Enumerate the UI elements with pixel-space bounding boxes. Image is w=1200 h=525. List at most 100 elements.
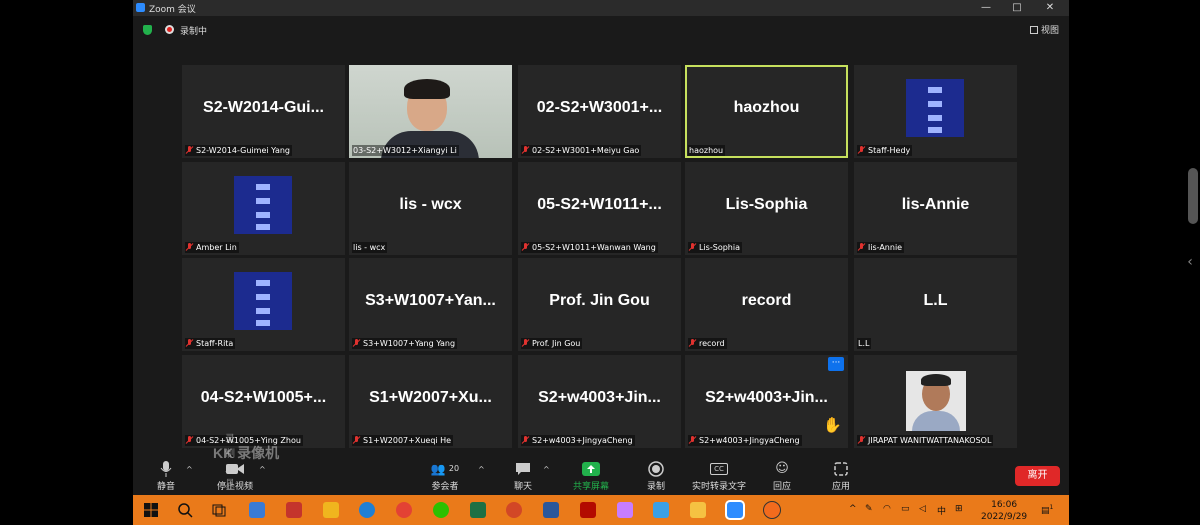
ime-mode-icon[interactable]: ⊞: [955, 504, 963, 514]
mic-muted-icon: [186, 146, 193, 154]
app-icon-2[interactable]: [286, 502, 302, 518]
participant-tile[interactable]: record record: [685, 258, 848, 351]
tray-expand-icon[interactable]: ^: [849, 504, 857, 514]
participant-tile[interactable]: Staff-Hedy: [854, 65, 1017, 158]
notification-icon[interactable]: ▤1: [1041, 504, 1053, 516]
battery-icon[interactable]: ▭: [901, 504, 910, 514]
mic-muted-icon: [858, 243, 865, 251]
acrobat-icon[interactable]: [580, 502, 596, 518]
mic-muted-icon: [522, 339, 529, 347]
ime-indicator[interactable]: 中: [937, 504, 946, 517]
participant-tile[interactable]: L.L L.L: [854, 258, 1017, 351]
record-button[interactable]: 录制: [641, 460, 671, 492]
participant-tile[interactable]: lis-Annie lis-Annie: [854, 162, 1017, 255]
participants-caret-icon[interactable]: ^: [478, 465, 485, 474]
participant-tile[interactable]: Staff-Rita: [182, 258, 345, 351]
participant-name-label: lis-Annie: [857, 242, 905, 253]
participants-count: 20: [448, 464, 460, 473]
app-icon-3[interactable]: [323, 502, 339, 518]
participant-name-label: S2-W2014-Guimei Yang: [185, 145, 292, 156]
video-options-caret-icon[interactable]: ^: [259, 465, 266, 474]
maximize-button[interactable]: □: [1010, 1, 1024, 15]
system-clock[interactable]: 16:06 2022/9/29: [981, 499, 1027, 523]
participant-tile[interactable]: 03-S2+W3012+Xiangyi Li: [349, 65, 512, 158]
wechat-icon[interactable]: [433, 502, 449, 518]
live-transcript-button[interactable]: CC 实时转录文字: [687, 460, 751, 492]
zoom-window: Zoom 会议 — □ ✕ 录制中 视图 S2-W2014-Gui... S2-W…: [133, 0, 1069, 495]
app-icon-4[interactable]: [617, 502, 633, 518]
minimize-button[interactable]: —: [979, 1, 993, 15]
participant-tile[interactable]: S2+w4003+Jin... S2+w4003+JingyaCheng ··· ✋: [685, 355, 848, 448]
participant-name-label: 05-S2+W1011+Wanwan Wang: [521, 242, 658, 253]
participant-name: S3+W1007+Yang Yang: [363, 339, 456, 348]
participant-display-name: lis - wcx: [399, 196, 462, 213]
mic-muted-icon: [522, 146, 529, 154]
word-icon[interactable]: [543, 502, 559, 518]
microphone-icon: [160, 460, 172, 477]
recorder-taskbar-icon[interactable]: [763, 501, 781, 519]
more-options-button[interactable]: ···: [828, 357, 844, 371]
audio-options-caret-icon[interactable]: ^: [186, 465, 193, 474]
participant-tile[interactable]: 04-S2+W1005+... 04-S2+W1005+Ying Zhou: [182, 355, 345, 448]
participant-tile[interactable]: S1+W2007+Xu... S1+W2007+Xueqi He: [349, 355, 512, 448]
recording-status[interactable]: 录制中: [180, 24, 207, 37]
side-scrollbar[interactable]: [1188, 168, 1198, 224]
participant-name-label: Amber Lin: [185, 242, 239, 253]
chat-button[interactable]: 聊天: [508, 460, 538, 492]
chevron-left-icon[interactable]: ‹: [1183, 240, 1197, 284]
share-screen-label: 共享屏幕: [572, 482, 609, 492]
close-button[interactable]: ✕: [1043, 1, 1057, 15]
participant-name: record: [699, 339, 725, 348]
mic-muted-icon: [689, 339, 696, 347]
zoom-taskbar-icon[interactable]: [725, 500, 745, 520]
powerpoint-icon[interactable]: [506, 502, 522, 518]
participant-name: Staff-Hedy: [868, 146, 911, 155]
chat-caret-icon[interactable]: ^: [543, 465, 550, 474]
participant-tile[interactable]: S2-W2014-Gui... S2-W2014-Guimei Yang: [182, 65, 345, 158]
participant-tile[interactable]: Lis-Sophia Lis-Sophia: [685, 162, 848, 255]
volume-icon[interactable]: ◁: [919, 504, 926, 514]
search-icon[interactable]: [177, 502, 193, 518]
excel-icon[interactable]: [470, 502, 486, 518]
chat-label: 聊天: [513, 482, 532, 492]
participant-tile[interactable]: haozhou haozhou: [685, 65, 848, 158]
participant-display-name: haozhou: [733, 99, 800, 116]
participant-display-name: lis-Annie: [901, 196, 970, 213]
participant-tile[interactable]: 02-S2+W3001+... 02-S2+W3001+Meiyu Gao: [518, 65, 681, 158]
mute-button[interactable]: 静音: [151, 460, 181, 492]
mic-muted-icon: [858, 146, 865, 154]
tray-pen-icon[interactable]: ✎: [865, 504, 873, 514]
task-view-icon[interactable]: [211, 502, 227, 518]
participant-tile[interactable]: Prof. Jin Gou Prof. Jin Gou: [518, 258, 681, 351]
participants-button[interactable]: 👥 20 参会者: [425, 460, 465, 493]
app-icon-1[interactable]: [249, 502, 265, 518]
view-button[interactable]: 视图: [1029, 23, 1059, 36]
grid-view-icon: [1029, 26, 1038, 34]
participant-tile[interactable]: JIRAPAT WANITWATTANAKOSOL: [854, 355, 1017, 448]
app-icon-5[interactable]: [653, 502, 669, 518]
windows-taskbar: ^ ✎ ◠ ▭ ◁ 中 ⊞ 16:06 2022/9/29 ▤1: [133, 495, 1069, 525]
encryption-shield-icon[interactable]: [143, 25, 152, 35]
edge-icon[interactable]: [359, 502, 375, 518]
file-explorer-icon[interactable]: [690, 502, 706, 518]
participant-name-label: lis - wcx: [352, 242, 388, 253]
leave-button[interactable]: 离开: [1015, 466, 1060, 486]
participant-tile[interactable]: S2+w4003+Jin... S2+w4003+JingyaCheng: [518, 355, 681, 448]
reactions-button[interactable]: ☺ 回应: [767, 460, 797, 492]
apps-button[interactable]: 应用: [826, 460, 856, 492]
wifi-icon[interactable]: ◠: [883, 504, 891, 514]
participant-tile[interactable]: 05-S2+W1011+... 05-S2+W1011+Wanwan Wang: [518, 162, 681, 255]
windows-start-icon[interactable]: [143, 502, 159, 518]
participant-tile[interactable]: S3+W1007+Yan... S3+W1007+Yang Yang: [349, 258, 512, 351]
participant-tile[interactable]: lis - wcx lis - wcx: [349, 162, 512, 255]
participant-tile[interactable]: Amber Lin: [182, 162, 345, 255]
share-screen-button[interactable]: 共享屏幕: [569, 460, 613, 492]
participant-name: lis - wcx: [353, 243, 386, 252]
mic-muted-icon: [522, 436, 529, 444]
raised-hand-icon: ✋: [823, 416, 842, 434]
chrome-icon[interactable]: [396, 502, 412, 518]
stop-video-button[interactable]: 停止视频: [213, 460, 257, 492]
participant-name: haozhou: [689, 146, 724, 155]
participant-display-name: S2+w4003+Jin...: [705, 389, 828, 406]
live-transcript-label: 实时转录文字: [691, 482, 746, 492]
